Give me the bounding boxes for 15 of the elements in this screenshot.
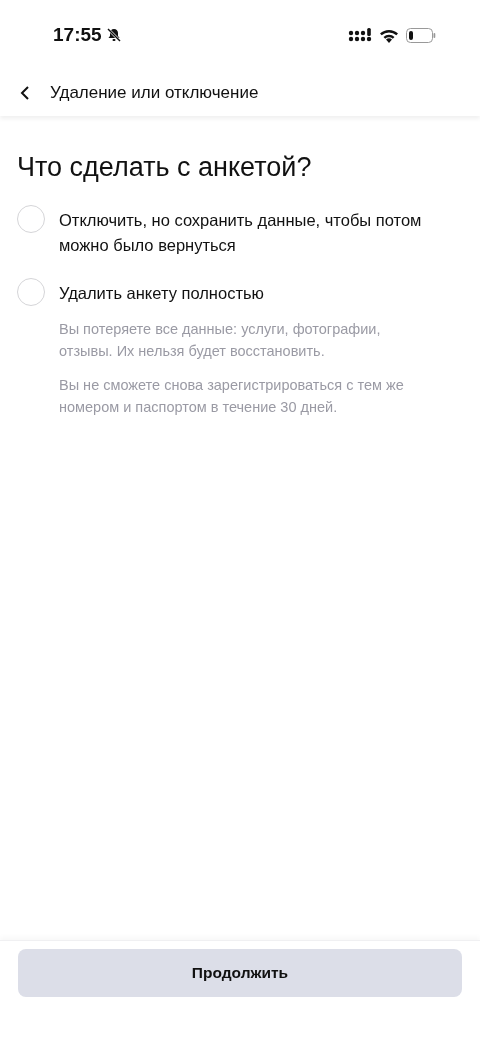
radio-button[interactable] — [17, 278, 45, 306]
option-note: Вы не сможете снова зарегистрироваться с тем же номером и паспортом в течение 30 дней. — [59, 376, 405, 417]
option-note: Вы потеряете все данные: услуги, фотографии, отзывы. Их нельзя будет восстановить. — [59, 320, 382, 361]
option-label: Отключить, но сохранить данные, чтобы потом можно было вернуться — [59, 210, 423, 256]
question-heading: Что сделать с анкетой? — [17, 152, 313, 183]
continue-button[interactable]: Продолжить — [18, 949, 462, 997]
battery-icon — [406, 27, 436, 43]
header-title: Удаление или отключение — [50, 83, 259, 103]
signal-icon — [348, 28, 372, 42]
radio-button[interactable] — [17, 205, 45, 233]
option-label: Удалить анкету полностью — [59, 283, 265, 304]
wifi-icon — [379, 27, 399, 43]
status-time: 17:55 — [53, 24, 102, 46]
muted-bell-icon — [105, 27, 122, 43]
back-button[interactable] — [18, 85, 32, 101]
